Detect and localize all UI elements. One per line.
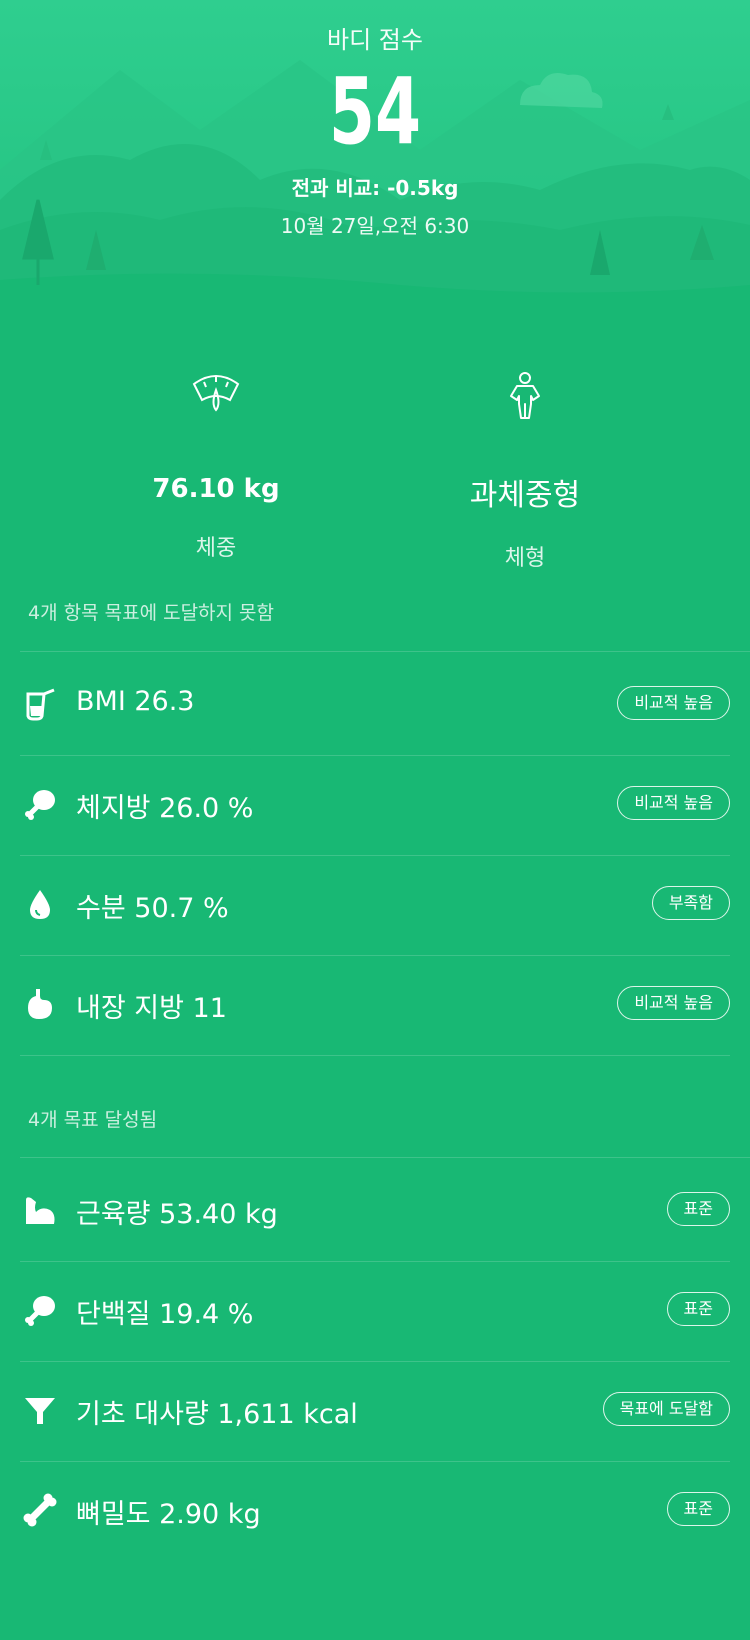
metric-label: 근육량 53.40 kg [76,1199,278,1230]
funnel-icon [25,1398,55,1424]
status-badge: 비교적 높음 [617,786,730,820]
bone-icon [23,1493,57,1527]
metric-row-visceral-fat[interactable]: 내장 지방 11 비교적 높음 [20,952,730,1056]
body-score-value: 54 [328,58,422,165]
weight-comparison: 전과 비교: -0.5kg [291,176,459,200]
body-score-header: 바디 점수 54 전과 비교: -0.5kg 10월 27일,오전 6:30 [0,0,750,310]
body-type-value: 과체중형 [469,478,581,513]
status-badge: 목표에 도달함 [602,1392,730,1426]
metric-row-body-fat[interactable]: 체지방 26.0 % 비교적 높음 [20,752,730,856]
metric-label: 뼈밀도 2.90 kg [76,1499,261,1530]
body-figure-icon [510,372,540,419]
metric-label: 단백질 19.4 % [76,1299,254,1330]
status-badge: 표준 [666,1492,730,1526]
summary-panel: 76.10 kg 체중 과체중형 체형 [0,370,750,571]
weight-summary[interactable]: 76.10 kg 체중 [66,370,366,562]
metric-label: 수분 50.7 % [76,893,229,924]
weight-label: 체중 [195,536,237,561]
status-badge: 부족함 [651,886,730,920]
status-badge: 비교적 높음 [617,986,730,1020]
metric-label: 체지방 26.0 % [76,793,254,824]
unmet-goals-heading: 4개 항목 목표에 도달하지 못함 [28,602,275,624]
body-type-label: 체형 [504,546,546,571]
beaker-icon [26,688,55,721]
weight-value: 76.10 kg [152,474,280,504]
status-badge: 표준 [666,1292,730,1326]
metric-label: 내장 지방 11 [76,993,227,1024]
body-type-summary[interactable]: 과체중형 체형 [375,370,675,572]
metric-label: BMI 26.3 [76,686,195,717]
metric-row-bmr[interactable]: 기초 대사량 1,611 kcal 목표에 도달함 [20,1358,730,1462]
metric-row-bmi[interactable]: BMI 26.3 비교적 높음 [20,652,730,756]
measurement-datetime: 10월 27일,오전 6:30 [280,214,470,238]
drumstick-icon [25,790,55,820]
row-divider [20,1055,730,1056]
metric-row-bone-density[interactable]: 뼈밀도 2.90 kg 표준 [20,1458,730,1562]
metric-row-protein[interactable]: 단백질 19.4 % 표준 [20,1258,730,1362]
water-drop-icon [30,890,50,919]
status-badge: 비교적 높음 [617,686,730,720]
stomach-icon [28,989,52,1019]
scale-icon [192,375,240,412]
metric-row-muscle[interactable]: 근육량 53.40 kg 표준 [20,1158,730,1262]
muscle-icon [26,1197,55,1224]
met-goals-heading: 4개 목표 달성됨 [28,1109,158,1131]
drumstick-icon [25,1296,55,1326]
metric-label: 기초 대사량 1,611 kcal [76,1399,358,1430]
body-score-title: 바디 점수 [327,26,423,54]
status-badge: 표준 [666,1192,730,1226]
metric-row-water[interactable]: 수분 50.7 % 부족함 [20,852,730,956]
